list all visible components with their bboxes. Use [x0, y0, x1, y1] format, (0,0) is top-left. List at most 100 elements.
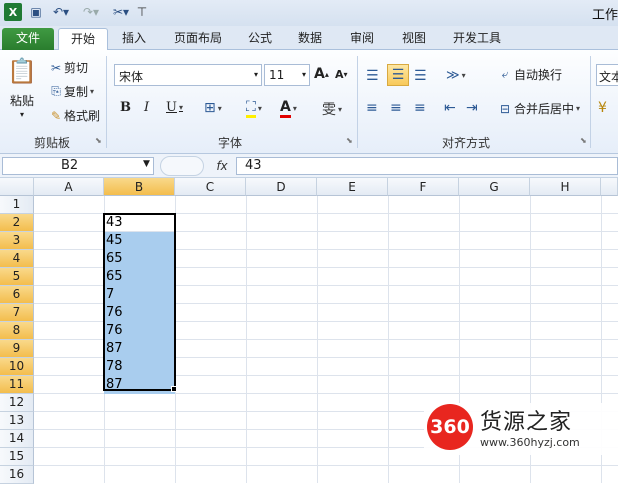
selection-border: [103, 213, 176, 391]
formula-bar-divider: [160, 156, 204, 176]
clipboard-group-label: 剪贴板: [33, 136, 70, 150]
decrease-indent-icon: ⇤: [444, 100, 456, 116]
tab-developer[interactable]: 开发工具: [446, 28, 508, 50]
tab-formulas[interactable]: 公式: [242, 28, 278, 50]
row-header-2[interactable]: 2: [0, 214, 34, 232]
tab-review[interactable]: 审阅: [344, 28, 380, 50]
row-header-12[interactable]: 12: [0, 394, 34, 412]
font-color-button[interactable]: A ▾: [280, 99, 297, 118]
alignment-launcher-icon[interactable]: ⬊: [580, 136, 587, 145]
fill-handle[interactable]: [171, 386, 177, 392]
increase-indent-button[interactable]: ⇥: [466, 100, 478, 116]
column-header-g[interactable]: G: [459, 178, 530, 196]
select-all-corner[interactable]: [0, 178, 34, 196]
italic-button[interactable]: I: [144, 100, 149, 115]
currency-button[interactable]: ¥: [598, 100, 607, 116]
align-top-button[interactable]: ☰: [366, 68, 379, 84]
phonetic-button[interactable]: 雯 ▾: [322, 99, 342, 119]
name-box[interactable]: B2: [2, 157, 154, 175]
clipboard-launcher-icon[interactable]: ⬊: [95, 136, 102, 145]
undo-icon[interactable]: ↶▾: [50, 3, 72, 21]
column-header-d[interactable]: D: [246, 178, 317, 196]
align-center-button[interactable]: ≡: [390, 100, 402, 116]
row-header-14[interactable]: 14: [0, 430, 34, 448]
align-middle-icon: ☰: [391, 67, 405, 83]
row-header-13[interactable]: 13: [0, 412, 34, 430]
excel-logo-icon[interactable]: X: [4, 3, 22, 21]
row-header-7[interactable]: 7: [0, 304, 34, 322]
underline-button[interactable]: U ▾: [166, 100, 183, 115]
row-header-6[interactable]: 6: [0, 286, 34, 304]
number-format-select[interactable]: 文本: [596, 64, 618, 86]
group-divider: [590, 56, 591, 148]
tab-data[interactable]: 数据: [292, 28, 328, 50]
grow-font-button[interactable]: A ▴: [314, 66, 329, 82]
font-size-select[interactable]: 11 ▾: [264, 64, 310, 86]
wrap-text-icon: ⤶: [501, 67, 509, 81]
name-box-dropdown-icon[interactable]: ▼: [143, 159, 150, 169]
paste-button[interactable]: 粘贴: [10, 92, 34, 109]
column-header-h[interactable]: H: [530, 178, 601, 196]
tab-file[interactable]: 文件: [2, 28, 54, 50]
row-header-16[interactable]: 16: [0, 466, 34, 484]
tab-home[interactable]: 开始: [58, 28, 108, 50]
column-header-b[interactable]: B: [104, 178, 175, 196]
tab-view[interactable]: 视图: [396, 28, 432, 50]
chevron-down-icon: ▾: [253, 70, 258, 79]
insert-function-button[interactable]: fx: [210, 157, 234, 175]
row-header-11[interactable]: 11: [0, 376, 34, 394]
align-bottom-button[interactable]: ☰: [414, 68, 427, 84]
align-right-button[interactable]: ≡: [414, 100, 426, 116]
merge-center-button[interactable]: ⊟ 合并后居中 ▾: [496, 100, 580, 117]
column-header-a[interactable]: A: [34, 178, 104, 196]
align-top-icon: ☰: [366, 68, 379, 84]
chevron-down-icon: ▾: [301, 70, 306, 79]
copy-button[interactable]: ⎘ 复制 ▾: [48, 83, 94, 100]
row-header-10[interactable]: 10: [0, 358, 34, 376]
decrease-indent-button[interactable]: ⇤: [444, 100, 456, 116]
save-icon[interactable]: ▣: [28, 3, 44, 21]
align-right-icon: ≡: [414, 100, 426, 116]
wrap-text-button[interactable]: ⤶ 自动换行: [496, 66, 562, 83]
format-painter-button[interactable]: ✎ 格式刷: [48, 107, 100, 124]
borders-button[interactable]: ⊞ ▾: [204, 100, 222, 116]
bold-button[interactable]: B: [120, 100, 131, 115]
qat-dropdown-icon[interactable]: ⊤: [136, 3, 148, 21]
row-header-15[interactable]: 15: [0, 448, 34, 466]
align-center-icon: ≡: [390, 100, 402, 116]
row-header-8[interactable]: 8: [0, 322, 34, 340]
copy-label: 复制: [64, 85, 89, 99]
column-header-e[interactable]: E: [317, 178, 388, 196]
row-header-1[interactable]: 1: [0, 196, 34, 214]
font-launcher-icon[interactable]: ⬊: [346, 136, 353, 145]
font-name-select[interactable]: 宋体 ▾: [114, 64, 262, 86]
row-header-4[interactable]: 4: [0, 250, 34, 268]
cut-label: 剪切: [64, 61, 89, 75]
cut-button[interactable]: ✂ 剪切: [48, 59, 88, 76]
row-header-5[interactable]: 5: [0, 268, 34, 286]
orientation-button[interactable]: ≫ ▾: [446, 68, 466, 83]
align-left-button[interactable]: ≡: [366, 100, 378, 116]
orientation-icon: ≫: [446, 68, 460, 83]
redo-icon[interactable]: ↷▾: [80, 3, 102, 21]
row-header-3[interactable]: 3: [0, 232, 34, 250]
align-middle-button[interactable]: ☰: [387, 64, 409, 86]
scissors-icon: ✂: [50, 60, 62, 75]
font-size-value: 11: [269, 68, 285, 82]
align-bottom-icon: ☰: [414, 68, 427, 84]
column-header-f[interactable]: F: [388, 178, 459, 196]
tab-page-layout[interactable]: 页面布局: [166, 28, 230, 50]
row-header-9[interactable]: 9: [0, 340, 34, 358]
paste-icon[interactable]: 📋: [6, 56, 38, 86]
shrink-font-label: A: [335, 68, 344, 81]
ribbon-tabs: 文件 开始 插入 页面布局 公式 数据 审阅 视图 开发工具: [0, 26, 618, 50]
column-header-c[interactable]: C: [175, 178, 246, 196]
align-left-icon: ≡: [366, 100, 378, 116]
formula-input[interactable]: 43: [236, 157, 618, 175]
customize-icon[interactable]: ✂▾: [110, 3, 132, 21]
shrink-font-button[interactable]: A ▾: [335, 68, 348, 81]
paste-dropdown-icon[interactable]: ▾: [20, 110, 24, 119]
tab-insert[interactable]: 插入: [116, 28, 152, 50]
fill-color-button[interactable]: ⛶ ▾: [246, 99, 262, 118]
column-header-i[interactable]: [601, 178, 618, 196]
